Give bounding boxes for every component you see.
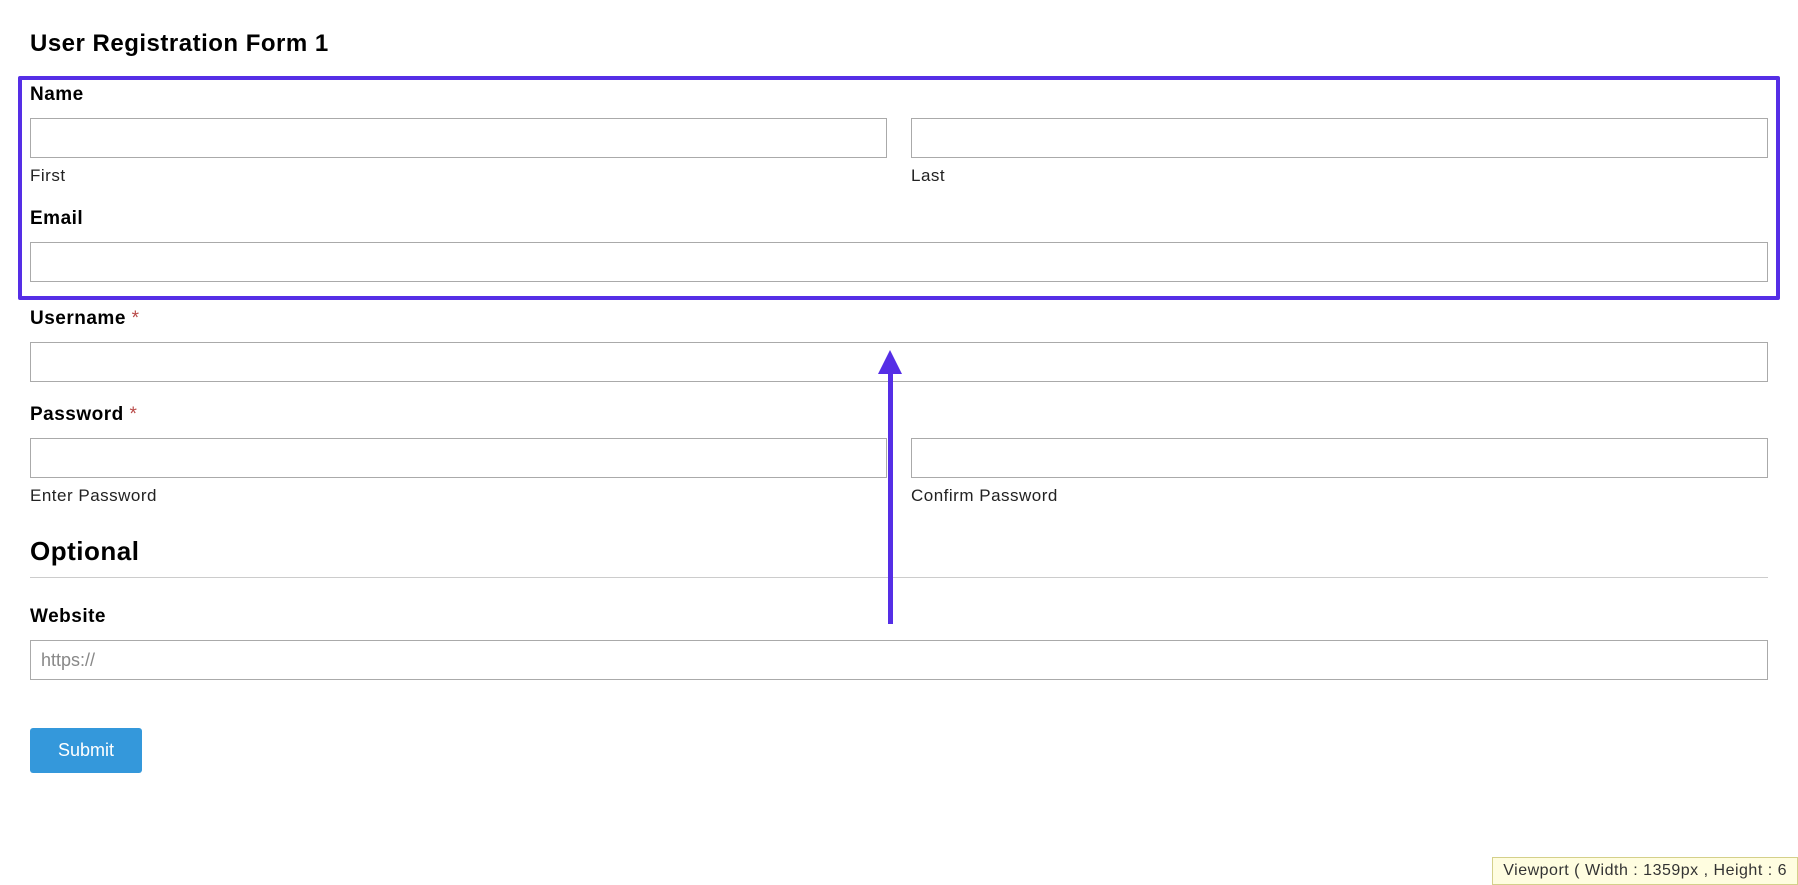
password-label: Password * xyxy=(30,404,1768,426)
enter-password-sublabel: Enter Password xyxy=(30,486,887,506)
username-label: Username * xyxy=(30,308,1768,330)
website-field-group: Website xyxy=(30,606,1768,680)
section-divider xyxy=(30,577,1768,578)
password-label-text: Password xyxy=(30,404,130,425)
name-field-group: Name First Last xyxy=(30,84,1768,186)
password-field-group: Password * Enter Password Confirm Passwo… xyxy=(30,404,1768,506)
confirm-password-sublabel: Confirm Password xyxy=(911,486,1768,506)
email-label: Email xyxy=(30,208,1768,230)
username-input[interactable] xyxy=(30,342,1768,382)
email-field-group: Email xyxy=(30,208,1768,282)
website-label: Website xyxy=(30,606,1768,628)
last-name-sublabel: Last xyxy=(911,166,1768,186)
first-name-input[interactable] xyxy=(30,118,887,158)
confirm-password-input[interactable] xyxy=(911,438,1768,478)
enter-password-input[interactable] xyxy=(30,438,887,478)
first-name-sublabel: First xyxy=(30,166,887,186)
optional-section-heading: Optional xyxy=(30,536,1768,567)
viewport-badge: Viewport ( Width : 1359px , Height : 6 xyxy=(1492,857,1798,885)
required-asterisk-icon: * xyxy=(132,308,140,329)
required-asterisk-icon: * xyxy=(130,404,138,425)
username-field-group: Username * xyxy=(30,308,1768,382)
name-label: Name xyxy=(30,84,1768,106)
submit-button[interactable]: Submit xyxy=(30,728,142,773)
email-input[interactable] xyxy=(30,242,1768,282)
annotation-highlight-box: Name First Last Email xyxy=(18,76,1780,300)
page-title: User Registration Form 1 xyxy=(30,30,1768,58)
website-input[interactable] xyxy=(30,640,1768,680)
last-name-input[interactable] xyxy=(911,118,1768,158)
username-label-text: Username xyxy=(30,308,132,329)
